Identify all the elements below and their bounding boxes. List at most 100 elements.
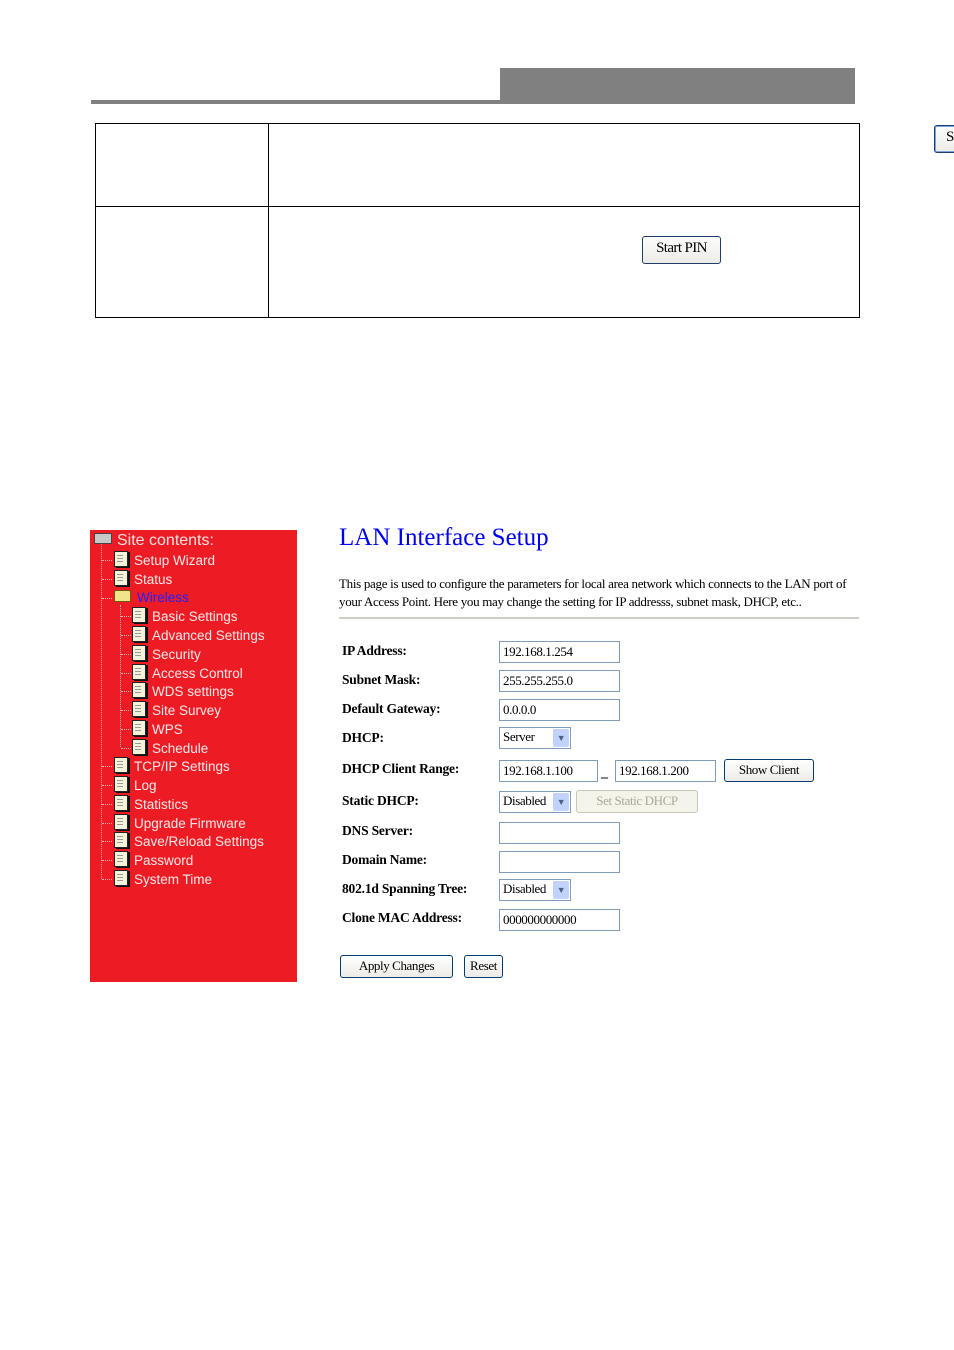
dhcp-select-value: Server xyxy=(503,729,535,744)
document-icon xyxy=(114,851,128,867)
tree-connector xyxy=(121,672,131,674)
chevron-down-icon[interactable]: ▼ xyxy=(553,729,569,747)
chevron-down-icon[interactable]: ▼ xyxy=(553,793,569,811)
sidebar-item-statistics[interactable]: Statistics xyxy=(114,794,189,813)
default-gateway-label: Default Gateway: xyxy=(342,701,441,716)
static-dhcp-label: Static DHCP: xyxy=(342,793,419,808)
document-icon xyxy=(114,794,128,811)
sidebar-item-label: Site Survey xyxy=(152,703,222,718)
document-icon xyxy=(114,757,128,774)
document-icon xyxy=(132,663,146,680)
default-gateway-input[interactable]: 0.0.0.0 xyxy=(499,699,620,721)
sidebar-item-log[interactable]: Log xyxy=(114,776,157,794)
chevron-down-icon[interactable]: ▼ xyxy=(553,881,569,899)
sidebar-item-label: WDS settings xyxy=(152,684,234,700)
document-icon xyxy=(132,626,146,642)
tree-connector xyxy=(102,578,112,580)
tree-connector xyxy=(121,747,131,749)
sidebar-item-wds-settings[interactable]: WDS settings xyxy=(132,682,234,700)
tree-connector xyxy=(102,785,112,786)
sidebar-item-advanced-settings[interactable]: Advanced Settings xyxy=(132,626,265,644)
dns-server-input[interactable] xyxy=(499,822,620,844)
spanning-tree-select[interactable]: Disabled ▼ xyxy=(499,879,571,901)
computer-icon xyxy=(94,533,112,544)
table-cell xyxy=(95,206,269,318)
sidebar-item-wireless[interactable]: Wireless xyxy=(114,589,189,607)
clone-mac-input[interactable]: 000000000000 xyxy=(499,909,620,931)
show-client-button[interactable]: Show Client xyxy=(724,759,814,782)
dhcp-range-start-input[interactable]: 192.168.1.100 xyxy=(499,760,598,782)
sidebar-item-status[interactable]: Status xyxy=(114,569,172,588)
set-static-dhcp-button[interactable]: Set Static DHCP xyxy=(576,790,698,813)
tree-connector xyxy=(121,710,131,711)
tree-connector xyxy=(121,691,131,693)
document-icon xyxy=(114,569,128,586)
tree-line xyxy=(120,605,121,747)
static-dhcp-select[interactable]: Disabled ▼ xyxy=(499,791,571,813)
sidebar-item-label: Log xyxy=(134,778,157,793)
document-icon xyxy=(114,776,128,792)
sidebar-item-wps[interactable]: WPS xyxy=(132,719,183,738)
sidebar-item-label: Setup Wizard xyxy=(134,553,216,568)
range-separator: – xyxy=(601,770,608,785)
start-pin-button[interactable]: Start PIN xyxy=(642,236,721,264)
start-pbc-button[interactable]: Start PBC xyxy=(934,125,954,153)
tree-connector xyxy=(121,616,131,618)
document-icon xyxy=(132,738,146,755)
tree-line xyxy=(101,544,102,879)
subnet-mask-input[interactable]: 255.255.255.0 xyxy=(499,670,620,692)
sidebar-item-label: Upgrade Firmware xyxy=(134,815,246,831)
table-row: Start PBC xyxy=(95,123,954,207)
tree-connector xyxy=(102,822,112,824)
sidebar-item-save-reload-settings[interactable]: Save/Reload Settings xyxy=(114,832,264,850)
sidebar-item-label: Security xyxy=(152,646,201,662)
sidebar-item-upgrade-firmware[interactable]: Upgrade Firmware xyxy=(114,813,246,832)
dhcp-range-end-input[interactable]: 192.168.1.200 xyxy=(615,760,716,782)
sidebar-item-password[interactable]: Password xyxy=(114,851,193,869)
sidebar-item-label: Advanced Settings xyxy=(152,628,265,643)
sidebar-item-security[interactable]: Security xyxy=(132,644,201,663)
sidebar-item-label: Password xyxy=(134,853,194,868)
divider xyxy=(339,617,859,619)
tree-connector xyxy=(121,728,131,730)
sidebar-item-schedule[interactable]: Schedule xyxy=(132,738,209,757)
sidebar-item-label: Wireless xyxy=(137,589,189,605)
sidebar-item-tcp-ip-settings[interactable]: TCP/IP Settings xyxy=(114,757,230,775)
wps-method-table: Start PBC Start PIN xyxy=(95,123,954,318)
static-dhcp-select-value: Disabled xyxy=(503,793,547,808)
page-title: LAN Interface Setup xyxy=(339,524,549,551)
domain-name-label: Domain Name: xyxy=(342,852,427,867)
ip-address-label: IP Address: xyxy=(342,643,407,658)
document-icon xyxy=(114,551,128,567)
ip-address-input[interactable]: 192.168.1.254 xyxy=(499,641,620,663)
sidebar-item-access-control[interactable]: Access Control xyxy=(132,663,243,682)
subnet-mask-label: Subnet Mask: xyxy=(342,672,421,687)
tree-connector xyxy=(102,878,112,880)
spanning-tree-select-value: Disabled xyxy=(503,881,547,896)
header-rule xyxy=(91,100,855,104)
page-description: This page is used to configure the param… xyxy=(339,576,847,609)
tree-connector xyxy=(102,803,112,805)
sidebar-item-setup-wizard[interactable]: Setup Wizard xyxy=(114,551,215,569)
tree-connector xyxy=(102,597,112,599)
document-icon xyxy=(132,607,146,624)
sidebar-item-label: TCP/IP Settings xyxy=(134,759,230,775)
domain-name-input[interactable] xyxy=(499,851,620,873)
reset-button[interactable]: Reset xyxy=(464,955,503,978)
sidebar-item-label: Save/Reload Settings xyxy=(134,834,264,850)
table-row: Start PIN xyxy=(95,206,860,318)
document-icon xyxy=(132,701,146,717)
apply-changes-button[interactable]: Apply Changes xyxy=(340,955,453,978)
dhcp-select[interactable]: Server ▼ xyxy=(499,727,571,749)
sidebar-item-label: Schedule xyxy=(152,740,209,756)
tree-connector xyxy=(102,766,112,768)
sidebar-item-basic-settings[interactable]: Basic Settings xyxy=(132,607,238,625)
tree-connector xyxy=(102,860,112,861)
sidebar-item-system-time[interactable]: System Time xyxy=(114,869,212,888)
sidebar-item-site-survey[interactable]: Site Survey xyxy=(132,701,221,719)
sidebar-item-label: Statistics xyxy=(134,796,189,812)
dhcp-client-range-label: DHCP Client Range: xyxy=(342,761,460,776)
sidebar-title: Site contents: xyxy=(117,532,214,549)
tree-connector xyxy=(102,841,112,843)
table-cell: Start PBC xyxy=(268,123,954,207)
